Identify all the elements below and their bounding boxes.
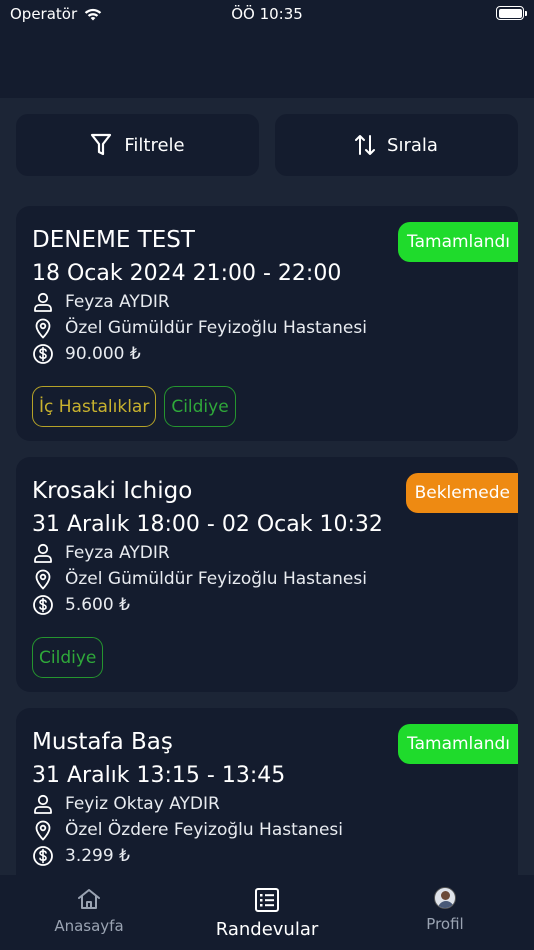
department-tag[interactable]: Cildiye	[164, 386, 236, 427]
hospital-row: Özel Özdere Feyizoğlu Hastanesi	[32, 817, 502, 843]
status-badge: Beklemede	[405, 473, 518, 513]
status-bar: Operatör ÖÖ 10:35	[0, 0, 534, 98]
sort-button[interactable]: Sırala	[275, 114, 518, 176]
sort-label: Sırala	[387, 134, 438, 156]
filter-label: Filtrele	[124, 134, 185, 156]
dollar-circle-icon	[33, 595, 53, 615]
battery-icon	[496, 6, 527, 20]
dollar-circle-icon	[33, 344, 53, 364]
tab-home[interactable]: Anasayfa	[0, 875, 178, 950]
person-icon	[34, 292, 52, 312]
appointment-card[interactable]: Tamamlandı Mustafa Baş 31 Aralık 13:15 -…	[16, 708, 518, 876]
location-pin-icon	[35, 318, 51, 339]
hospital-name: Özel Gümüldür Feyizoğlu Hastanesi	[65, 318, 367, 338]
appointment-card[interactable]: Beklemede Krosaki Ichigo 31 Aralık 18:00…	[16, 457, 518, 692]
tab-appointments-label: Randevular	[215, 919, 319, 940]
appointment-date: 18 Ocak 2024 21:00 - 22:00	[32, 261, 342, 286]
status-badge: Tamamlandı	[398, 724, 518, 764]
tab-appointments[interactable]: Randevular	[178, 875, 356, 950]
dollar-circle-icon	[33, 846, 53, 866]
person-icon	[34, 794, 52, 814]
hospital-name: Özel Gümüldür Feyizoğlu Hastanesi	[65, 569, 367, 589]
price-row: 5.600 ₺	[32, 592, 502, 618]
list-icon	[255, 888, 279, 912]
toolbar: Filtrele Sırala	[16, 114, 518, 176]
price-row: 90.000 ₺	[32, 341, 502, 367]
doctor-row: Feyza AYDIR	[32, 289, 502, 315]
filter-icon	[91, 133, 112, 156]
department-tags: Cildiye	[32, 637, 502, 678]
hospital-name: Özel Özdere Feyizoğlu Hastanesi	[65, 820, 343, 840]
avatar	[434, 887, 456, 909]
appointment-card[interactable]: Tamamlandı DENEME TEST 18 Ocak 2024 21:0…	[16, 206, 518, 441]
location-pin-icon	[35, 820, 51, 841]
sort-icon	[355, 135, 376, 155]
department-tag[interactable]: İç Hastalıklar	[32, 386, 157, 427]
tab-home-label: Anasayfa	[54, 917, 124, 935]
status-badge: Tamamlandı	[398, 222, 518, 262]
price-value: 3.299 ₺	[65, 846, 130, 866]
doctor-name: Feyza AYDIR	[65, 292, 170, 312]
tab-profile[interactable]: Profil	[356, 875, 534, 950]
hospital-row: Özel Gümüldür Feyizoğlu Hastanesi	[32, 566, 502, 592]
price-value: 5.600 ₺	[65, 595, 130, 615]
tab-profile-label: Profil	[426, 915, 464, 933]
filter-button[interactable]: Filtrele	[16, 114, 259, 176]
status-time: ÖÖ 10:35	[231, 5, 303, 23]
location-pin-icon	[35, 569, 51, 590]
doctor-row: Feyiz Oktay AYDIR	[32, 791, 502, 817]
doctor-row: Feyza AYDIR	[32, 540, 502, 566]
hospital-row: Özel Gümüldür Feyizoğlu Hastanesi	[32, 315, 502, 341]
price-row: 3.299 ₺	[32, 843, 502, 869]
appointment-date: 31 Aralık 13:15 - 13:45	[32, 763, 286, 788]
home-icon	[78, 889, 100, 909]
appointment-list: Tamamlandı DENEME TEST 18 Ocak 2024 21:0…	[16, 206, 518, 876]
doctor-name: Feyza AYDIR	[65, 543, 170, 563]
tab-bar: Anasayfa Randevular Profil	[0, 875, 534, 950]
appointment-date: 31 Aralık 18:00 - 02 Ocak 10:32	[32, 512, 383, 537]
person-icon	[34, 543, 52, 563]
department-tag[interactable]: Cildiye	[32, 637, 104, 678]
doctor-name: Feyiz Oktay AYDIR	[65, 794, 220, 814]
price-value: 90.000 ₺	[65, 344, 141, 364]
department-tags: İç Hastalıklar Cildiye	[32, 386, 502, 427]
